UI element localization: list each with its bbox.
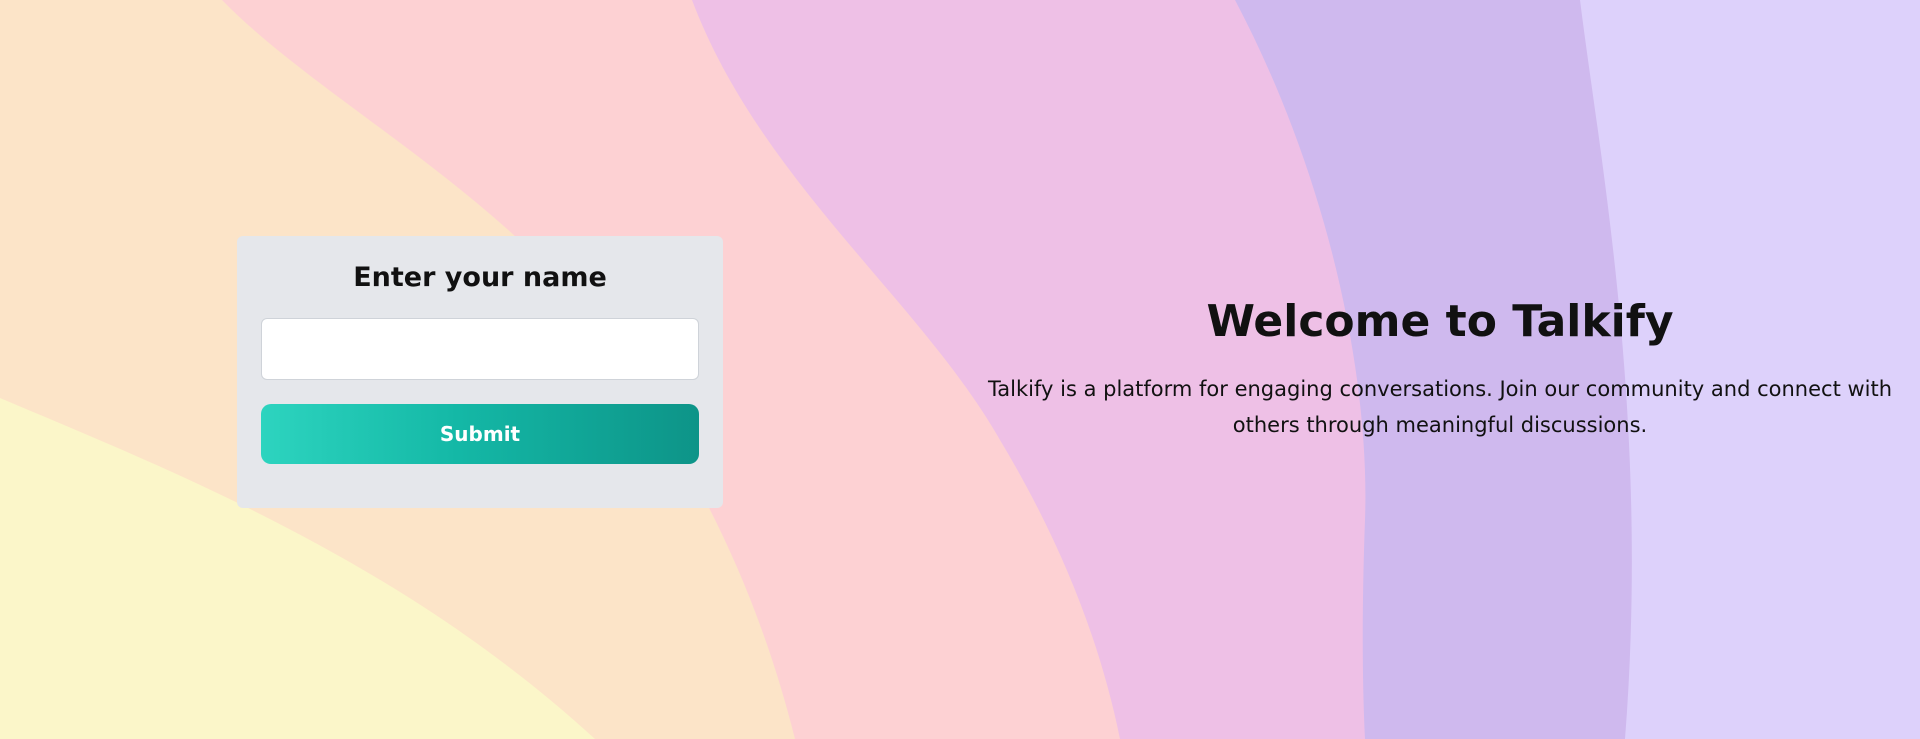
hero-title: Welcome to Talkify xyxy=(1206,296,1674,347)
page: Enter your name Submit Welcome to Talkif… xyxy=(0,0,1920,739)
form-title: Enter your name xyxy=(353,262,607,293)
hero-description: Talkify is a platform for engaging conve… xyxy=(987,376,1893,437)
hero-section: Welcome to Talkify Talkify is a platform… xyxy=(960,296,1920,443)
name-input[interactable] xyxy=(261,318,699,381)
name-form-card: Enter your name Submit xyxy=(237,236,723,508)
submit-button[interactable]: Submit xyxy=(261,404,699,465)
